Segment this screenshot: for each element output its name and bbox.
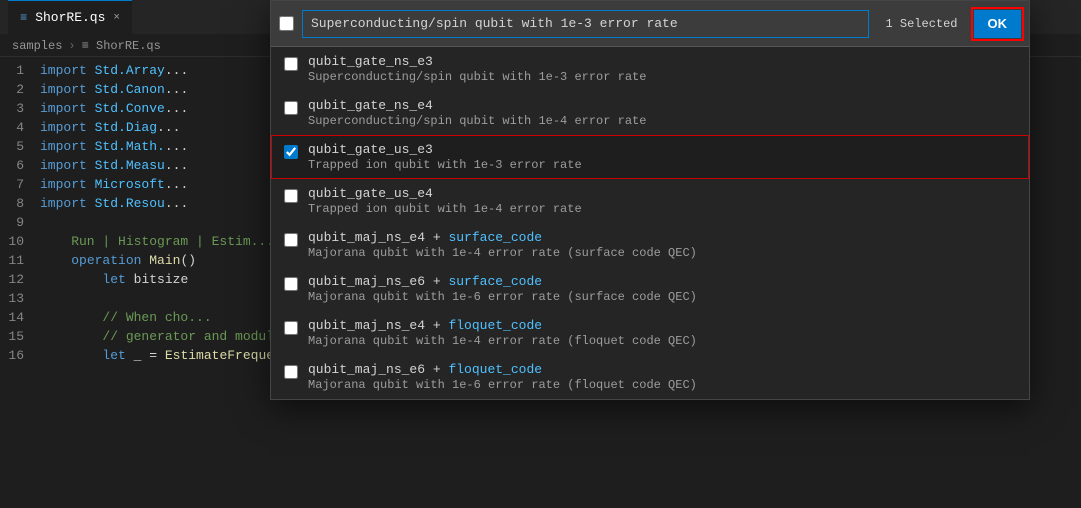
item-desc: Majorana qubit with 1e-6 error rate (flo…	[308, 378, 697, 392]
item-name: qubit_gate_ns_e4	[308, 98, 646, 113]
line-number: 2	[0, 80, 40, 99]
line-number: 1	[0, 61, 40, 80]
item-name: qubit_maj_ns_e6 + floquet_code	[308, 362, 697, 377]
item-name: qubit_maj_ns_e4 + surface_code	[308, 230, 697, 245]
item-checkbox[interactable]	[284, 321, 298, 335]
item-desc: Trapped ion qubit with 1e-4 error rate	[308, 202, 582, 216]
line-content: import Std.Canon...	[40, 80, 188, 99]
item-checkbox[interactable]	[284, 101, 298, 115]
item-checkbox[interactable]	[284, 57, 298, 71]
line-number: 5	[0, 137, 40, 156]
item-text: qubit_gate_us_e3Trapped ion qubit with 1…	[308, 142, 582, 172]
item-text: qubit_maj_ns_e6 + floquet_codeMajorana q…	[308, 362, 697, 392]
list-item[interactable]: qubit_maj_ns_e6 + surface_codeMajorana q…	[271, 267, 1029, 311]
item-desc: Majorana qubit with 1e-4 error rate (flo…	[308, 334, 697, 348]
picker-modal: 1 Selected OK qubit_gate_ns_e3Supercondu…	[270, 0, 1030, 400]
breadcrumb-separator: ›	[68, 39, 75, 53]
line-number: 9	[0, 213, 40, 232]
item-desc: Majorana qubit with 1e-4 error rate (sur…	[308, 246, 697, 260]
line-content: import Std.Conve...	[40, 99, 188, 118]
ok-button[interactable]: OK	[974, 10, 1022, 38]
item-desc: Trapped ion qubit with 1e-3 error rate	[308, 158, 582, 172]
line-content: import Std.Math....	[40, 137, 188, 156]
line-content: import Std.Measu...	[40, 156, 188, 175]
list-item[interactable]: qubit_gate_ns_e3Superconducting/spin qub…	[271, 47, 1029, 91]
line-content: import Std.Resou...	[40, 194, 188, 213]
list-item[interactable]: qubit_maj_ns_e6 + floquet_codeMajorana q…	[271, 355, 1029, 399]
tab-close-button[interactable]: ×	[113, 12, 120, 24]
item-desc: Superconducting/spin qubit with 1e-4 err…	[308, 114, 646, 128]
line-content: // When cho...	[40, 308, 212, 327]
line-content: Run | Histogram | Estim...	[40, 232, 274, 251]
item-name: qubit_gate_us_e3	[308, 142, 582, 157]
item-checkbox[interactable]	[284, 233, 298, 247]
item-checkbox[interactable]	[284, 365, 298, 379]
line-number: 10	[0, 232, 40, 251]
line-number: 6	[0, 156, 40, 175]
line-content: let bitsize	[40, 270, 188, 289]
line-number: 13	[0, 289, 40, 308]
item-desc: Superconducting/spin qubit with 1e-3 err…	[308, 70, 646, 84]
line-number: 7	[0, 175, 40, 194]
item-text: qubit_maj_ns_e4 + floquet_codeMajorana q…	[308, 318, 697, 348]
modal-header: 1 Selected OK	[271, 1, 1029, 47]
item-name: qubit_maj_ns_e6 + surface_code	[308, 274, 697, 289]
line-number: 3	[0, 99, 40, 118]
item-name: qubit_gate_ns_e3	[308, 54, 646, 69]
item-text: qubit_maj_ns_e4 + surface_codeMajorana q…	[308, 230, 697, 260]
item-checkbox[interactable]	[284, 189, 298, 203]
item-text: qubit_gate_ns_e4Superconducting/spin qub…	[308, 98, 646, 128]
list-item[interactable]: qubit_maj_ns_e4 + surface_codeMajorana q…	[271, 223, 1029, 267]
file-icon: ≡	[20, 11, 27, 25]
item-checkbox[interactable]	[284, 277, 298, 291]
item-checkbox[interactable]	[284, 145, 298, 159]
item-desc: Majorana qubit with 1e-6 error rate (sur…	[308, 290, 697, 304]
tab-label: ShorRE.qs	[35, 10, 105, 25]
list-item[interactable]: qubit_gate_us_e4Trapped ion qubit with 1…	[271, 179, 1029, 223]
line-number: 15	[0, 327, 40, 346]
editor-tab[interactable]: ≡ ShorRE.qs ×	[8, 0, 132, 35]
line-content: import Std.Array...	[40, 61, 188, 80]
breadcrumb-file: ≡ ShorRE.qs	[82, 39, 161, 53]
line-number: 4	[0, 118, 40, 137]
line-content: import Microsoft...	[40, 175, 188, 194]
selected-badge: 1 Selected	[877, 15, 965, 33]
modal-item-list[interactable]: qubit_gate_ns_e3Superconducting/spin qub…	[271, 47, 1029, 399]
item-text: qubit_gate_us_e4Trapped ion qubit with 1…	[308, 186, 582, 216]
line-number: 12	[0, 270, 40, 289]
line-number: 8	[0, 194, 40, 213]
item-text: qubit_gate_ns_e3Superconducting/spin qub…	[308, 54, 646, 84]
line-number: 16	[0, 346, 40, 365]
list-item[interactable]: qubit_maj_ns_e4 + floquet_codeMajorana q…	[271, 311, 1029, 355]
line-content: operation Main()	[40, 251, 196, 270]
item-name: qubit_gate_us_e4	[308, 186, 582, 201]
breadcrumb-samples: samples	[12, 39, 62, 53]
line-number: 14	[0, 308, 40, 327]
line-content: import Std.Diag...	[40, 118, 180, 137]
line-number: 11	[0, 251, 40, 270]
select-all-checkbox[interactable]	[279, 16, 294, 31]
list-item[interactable]: qubit_gate_ns_e4Superconducting/spin qub…	[271, 91, 1029, 135]
item-name: qubit_maj_ns_e4 + floquet_code	[308, 318, 697, 333]
list-item[interactable]: qubit_gate_us_e3Trapped ion qubit with 1…	[271, 135, 1029, 179]
search-input[interactable]	[302, 10, 869, 38]
item-text: qubit_maj_ns_e6 + surface_codeMajorana q…	[308, 274, 697, 304]
